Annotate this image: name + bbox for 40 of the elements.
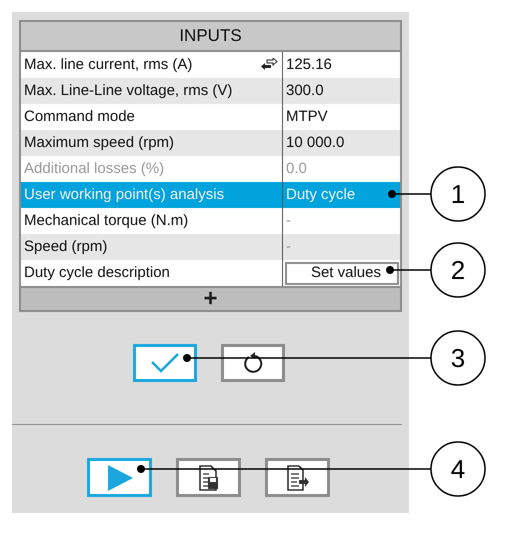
- row-label: Speed (rpm): [24, 236, 108, 257]
- export-file-icon: [286, 464, 310, 492]
- row-label: Max. Line-Line voltage, rms (V): [24, 80, 232, 101]
- row-value[interactable]: 10 000.0: [283, 132, 344, 154]
- callout-circle: [430, 166, 486, 222]
- callout-circle: [430, 330, 486, 386]
- leader-line: [388, 190, 431, 198]
- leader-line: [386, 266, 431, 274]
- reset-icon: [241, 351, 265, 375]
- row-label: Command mode: [24, 106, 135, 127]
- save-file-icon: [198, 464, 220, 492]
- table-row[interactable]: Speed (rpm) -: [21, 234, 400, 260]
- callout-number: 2: [450, 255, 466, 285]
- row-label: User working point(s) analysis: [24, 184, 224, 205]
- table-row[interactable]: Max. Line-Line voltage, rms (V) 300.0: [21, 78, 400, 104]
- row-label: Mechanical torque (N.m): [24, 210, 188, 231]
- callout-number: 4: [450, 454, 466, 484]
- save-file-button[interactable]: [176, 458, 241, 497]
- check-button[interactable]: [133, 344, 197, 382]
- swap-arrows-icon[interactable]: [260, 58, 278, 72]
- reset-button[interactable]: [221, 344, 285, 382]
- callout-number: 1: [450, 179, 466, 209]
- callout-circle: [430, 242, 486, 298]
- add-row-button[interactable]: +: [21, 286, 400, 310]
- row-label: Additional losses (%): [24, 158, 164, 179]
- play-button[interactable]: [87, 458, 152, 497]
- set-values-button[interactable]: Set values: [285, 262, 399, 284]
- row-value[interactable]: 125.16: [283, 54, 332, 76]
- callout-number: 3: [450, 343, 466, 373]
- table-row[interactable]: Maximum speed (rpm) 10 000.0: [21, 130, 400, 156]
- row-label: Maximum speed (rpm): [24, 132, 174, 153]
- row-label: Duty cycle description: [24, 262, 170, 283]
- export-file-button[interactable]: [265, 458, 330, 497]
- check-icon: [150, 352, 180, 374]
- play-icon: [106, 464, 134, 492]
- callout-circle: [430, 441, 486, 497]
- table-header: INPUTS: [21, 22, 400, 52]
- row-value[interactable]: MTPV: [283, 106, 328, 128]
- row-value[interactable]: 300.0: [283, 80, 324, 102]
- row-label: Max. line current, rms (A): [24, 54, 192, 75]
